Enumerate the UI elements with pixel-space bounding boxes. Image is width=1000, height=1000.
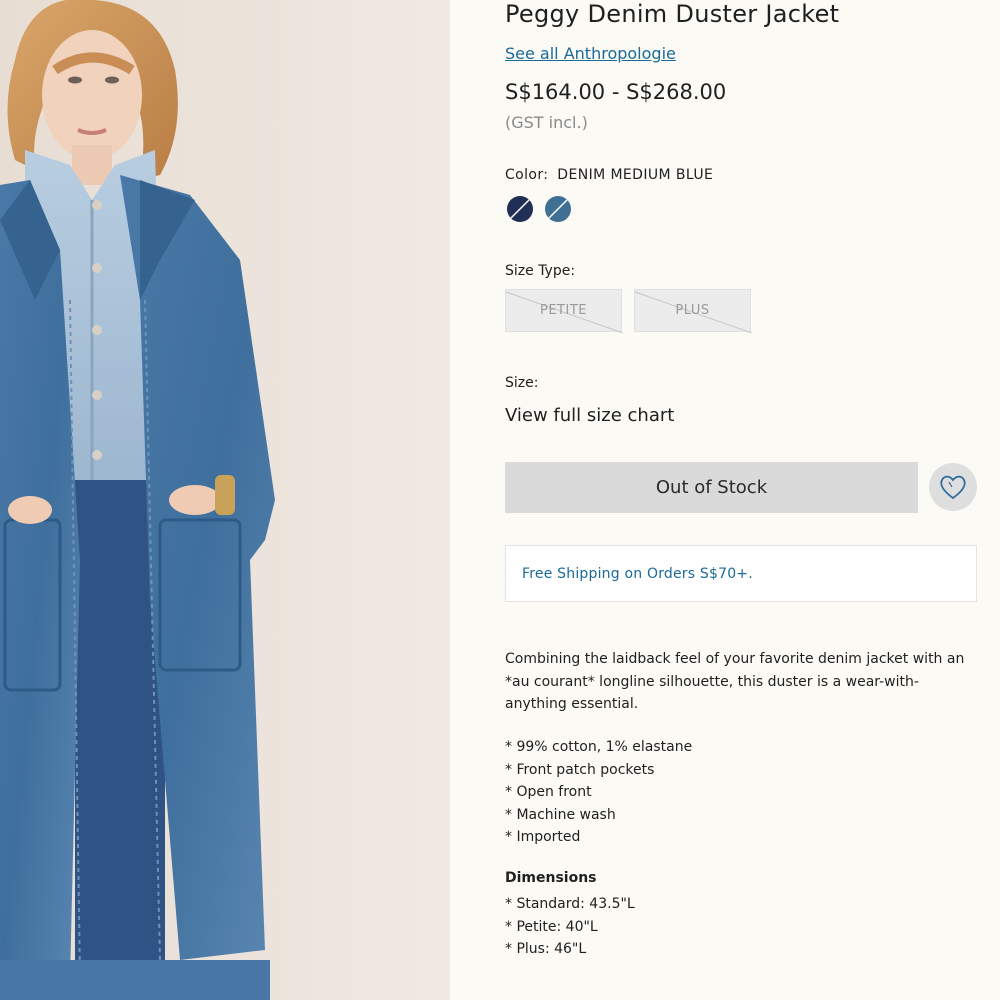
dimensions-list: * Standard: 43.5"L * Petite: 40"L * Plus… [505, 893, 635, 961]
heart-icon [940, 475, 966, 500]
feature-item: * Imported [505, 829, 581, 846]
size-label: Size: [505, 375, 539, 391]
product-price: S$164.00 - S$268.00 [505, 80, 727, 104]
product-description: Combining the laidback feel of your favo… [505, 648, 977, 716]
size-type-plus-button[interactable]: PLUS [634, 289, 752, 333]
size-type-label: Size Type: [505, 263, 576, 279]
product-image[interactable] [0, 0, 450, 1000]
tax-note: (GST incl.) [505, 113, 588, 132]
swatch-slash-icon [509, 198, 531, 220]
color-row: Color: DENIM MEDIUM BLUE [505, 167, 713, 183]
swatch-denim-medium-blue[interactable] [545, 196, 571, 222]
color-value: DENIM MEDIUM BLUE [557, 167, 714, 183]
feature-item: * Open front [505, 784, 592, 801]
feature-item: * Front patch pockets [505, 761, 655, 778]
dimensions-heading: Dimensions [505, 870, 597, 886]
see-all-brand-link[interactable]: See all Anthropologie [505, 44, 676, 63]
dimension-item: * Petite: 40"L [505, 918, 598, 935]
size-type-options: PETITE PLUS [505, 289, 752, 333]
feature-list: * 99% cotton, 1% elastane * Front patch … [505, 736, 692, 849]
shipping-banner: Free Shipping on Orders S$70+. [505, 545, 977, 602]
size-type-petite-button[interactable]: PETITE [505, 289, 623, 333]
description-text: Combining the laidback feel of your favo… [505, 651, 965, 712]
swatch-slash-icon [547, 198, 569, 220]
swatch-denim-dark[interactable] [507, 196, 533, 222]
color-swatches [507, 196, 571, 222]
shipping-text: Free Shipping on Orders S$70+. [522, 565, 753, 582]
feature-item: * 99% cotton, 1% elastane [505, 739, 693, 755]
color-label: Color: [505, 167, 549, 183]
size-chart-link[interactable]: View full size chart [505, 405, 674, 426]
size-type-option-label: PETITE [540, 303, 587, 318]
dimension-item: * Plus: 46"L [505, 941, 587, 958]
product-title: Peggy Denim Duster Jacket [505, 0, 840, 28]
model-photo-illustration [0, 0, 450, 1000]
dimension-item: * Standard: 43.5"L [505, 896, 635, 912]
wishlist-button[interactable] [929, 463, 977, 511]
feature-item: * Machine wash [505, 806, 616, 823]
size-type-option-label: PLUS [675, 303, 710, 318]
out-of-stock-button[interactable]: Out of Stock [505, 462, 918, 513]
